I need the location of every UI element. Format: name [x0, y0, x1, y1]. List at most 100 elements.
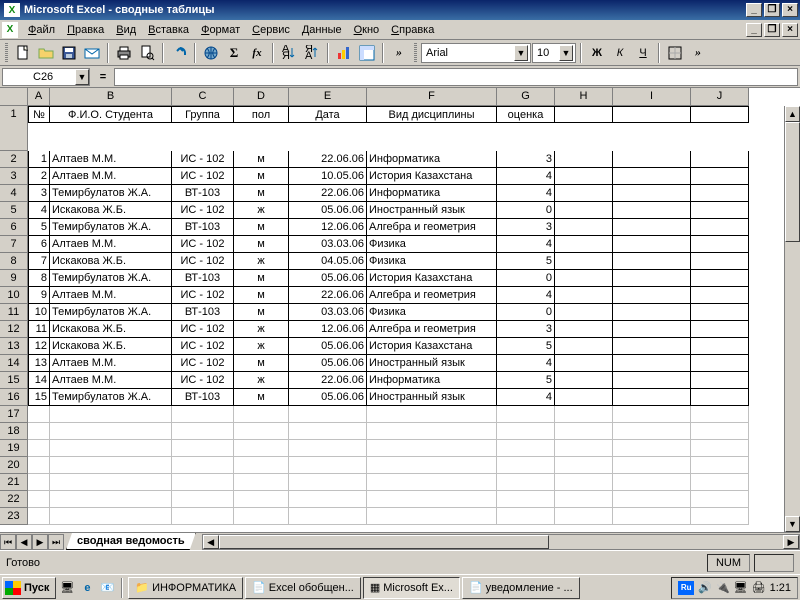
cell[interactable]: [172, 423, 234, 440]
menu-Вставка[interactable]: Вставка: [142, 22, 195, 38]
cell[interactable]: 22.06.06: [289, 372, 367, 389]
tab-nav-first-icon[interactable]: ⏮: [0, 534, 16, 550]
quicklaunch-ie-icon[interactable]: e: [78, 579, 96, 597]
cell[interactable]: Алтаев М.М.: [50, 287, 172, 304]
cell[interactable]: [691, 491, 749, 508]
cell[interactable]: [691, 168, 749, 185]
cell[interactable]: [691, 304, 749, 321]
cell[interactable]: 4: [497, 168, 555, 185]
row-header-10[interactable]: 10: [0, 287, 28, 304]
select-all-corner[interactable]: [0, 88, 28, 106]
underline-button[interactable]: Ч: [632, 42, 654, 64]
cell[interactable]: 3: [497, 321, 555, 338]
cell[interactable]: [613, 372, 691, 389]
row-header-14[interactable]: 14: [0, 355, 28, 372]
row-header-15[interactable]: 15: [0, 372, 28, 389]
cell[interactable]: [289, 457, 367, 474]
cell[interactable]: [691, 185, 749, 202]
cell[interactable]: 10: [28, 304, 50, 321]
cell[interactable]: [234, 440, 289, 457]
cell[interactable]: Алтаев М.М.: [50, 151, 172, 168]
cell[interactable]: [613, 457, 691, 474]
cell[interactable]: [497, 491, 555, 508]
cell[interactable]: ж: [234, 372, 289, 389]
cell[interactable]: Темирбулатов Ж.А.: [50, 270, 172, 287]
task-ИНФОРМАТИКА[interactable]: 📁ИНФОРМАТИКА: [128, 577, 243, 599]
cell[interactable]: [691, 389, 749, 406]
scroll-down-icon[interactable]: ▼: [785, 516, 800, 532]
save-icon[interactable]: [58, 42, 80, 64]
cell[interactable]: [172, 457, 234, 474]
cell[interactable]: [497, 508, 555, 525]
cell[interactable]: [289, 423, 367, 440]
cell[interactable]: м: [234, 287, 289, 304]
cell[interactable]: 14: [28, 372, 50, 389]
cell[interactable]: [613, 287, 691, 304]
cell[interactable]: [555, 304, 613, 321]
cell[interactable]: [691, 236, 749, 253]
cell[interactable]: ж: [234, 321, 289, 338]
cell[interactable]: [555, 474, 613, 491]
cell[interactable]: [555, 355, 613, 372]
language-indicator[interactable]: Ru: [678, 581, 694, 595]
print-icon[interactable]: [113, 42, 135, 64]
cell[interactable]: 04.05.06: [289, 253, 367, 270]
cell[interactable]: Иностранный язык: [367, 389, 497, 406]
sheet-tab[interactable]: сводная ведомость: [66, 533, 196, 550]
cell[interactable]: [497, 474, 555, 491]
cell[interactable]: [28, 508, 50, 525]
cell[interactable]: История Казахстана: [367, 270, 497, 287]
cell[interactable]: [28, 474, 50, 491]
cell[interactable]: Темирбулатов Ж.А.: [50, 185, 172, 202]
vertical-scrollbar[interactable]: ▲ ▼: [784, 106, 800, 532]
cell[interactable]: Алгебра и геометрия: [367, 219, 497, 236]
more-buttons-icon-2[interactable]: »: [687, 42, 709, 64]
cell[interactable]: [555, 372, 613, 389]
cell[interactable]: Физика: [367, 304, 497, 321]
tray-icon[interactable]: 🔊: [698, 581, 712, 594]
cell[interactable]: Вид дисциплины: [367, 106, 497, 123]
doc-restore-button[interactable]: ❐: [764, 23, 780, 37]
cell[interactable]: 05.06.06: [289, 338, 367, 355]
cell[interactable]: ИС - 102: [172, 372, 234, 389]
cell[interactable]: [234, 423, 289, 440]
cell[interactable]: Алгебра и геометрия: [367, 287, 497, 304]
cell[interactable]: [613, 355, 691, 372]
cell[interactable]: [555, 338, 613, 355]
cell[interactable]: [234, 457, 289, 474]
tray-clock[interactable]: 1:21: [770, 582, 791, 594]
cell[interactable]: [613, 491, 691, 508]
hscroll-thumb[interactable]: [219, 535, 549, 549]
cell[interactable]: [691, 321, 749, 338]
tray-icon[interactable]: 🖨: [752, 581, 766, 594]
tray-icon[interactable]: 🖥: [734, 581, 748, 594]
cell[interactable]: [555, 270, 613, 287]
menu-Формат[interactable]: Формат: [195, 22, 246, 38]
cell[interactable]: [50, 423, 172, 440]
cell[interactable]: [613, 236, 691, 253]
cell[interactable]: [172, 474, 234, 491]
tab-nav-next-icon[interactable]: ▶: [32, 534, 48, 550]
cell[interactable]: [289, 406, 367, 423]
chevron-down-icon[interactable]: ▼: [75, 69, 89, 85]
cell[interactable]: ж: [234, 253, 289, 270]
row-header-2[interactable]: 2: [0, 151, 28, 168]
cell[interactable]: Алтаев М.М.: [50, 168, 172, 185]
cell[interactable]: Искакова Ж.Б.: [50, 202, 172, 219]
col-header-H[interactable]: H: [555, 88, 613, 106]
cell[interactable]: [691, 457, 749, 474]
cell[interactable]: [555, 185, 613, 202]
cell[interactable]: [691, 219, 749, 236]
cell[interactable]: 12: [28, 338, 50, 355]
cell[interactable]: [50, 406, 172, 423]
col-header-C[interactable]: C: [172, 88, 234, 106]
cell[interactable]: Темирбулатов Ж.А.: [50, 304, 172, 321]
menu-Окно[interactable]: Окно: [348, 22, 386, 38]
cell[interactable]: [613, 185, 691, 202]
tray-icon[interactable]: 🔌: [716, 581, 730, 594]
cells-area[interactable]: №Ф.И.О. СтудентаГруппаполДатаВид дисципл…: [28, 106, 784, 532]
menu-Данные[interactable]: Данные: [296, 22, 348, 38]
sort-asc-icon[interactable]: АЯ: [278, 42, 300, 64]
cell[interactable]: [613, 151, 691, 168]
cell[interactable]: [555, 151, 613, 168]
